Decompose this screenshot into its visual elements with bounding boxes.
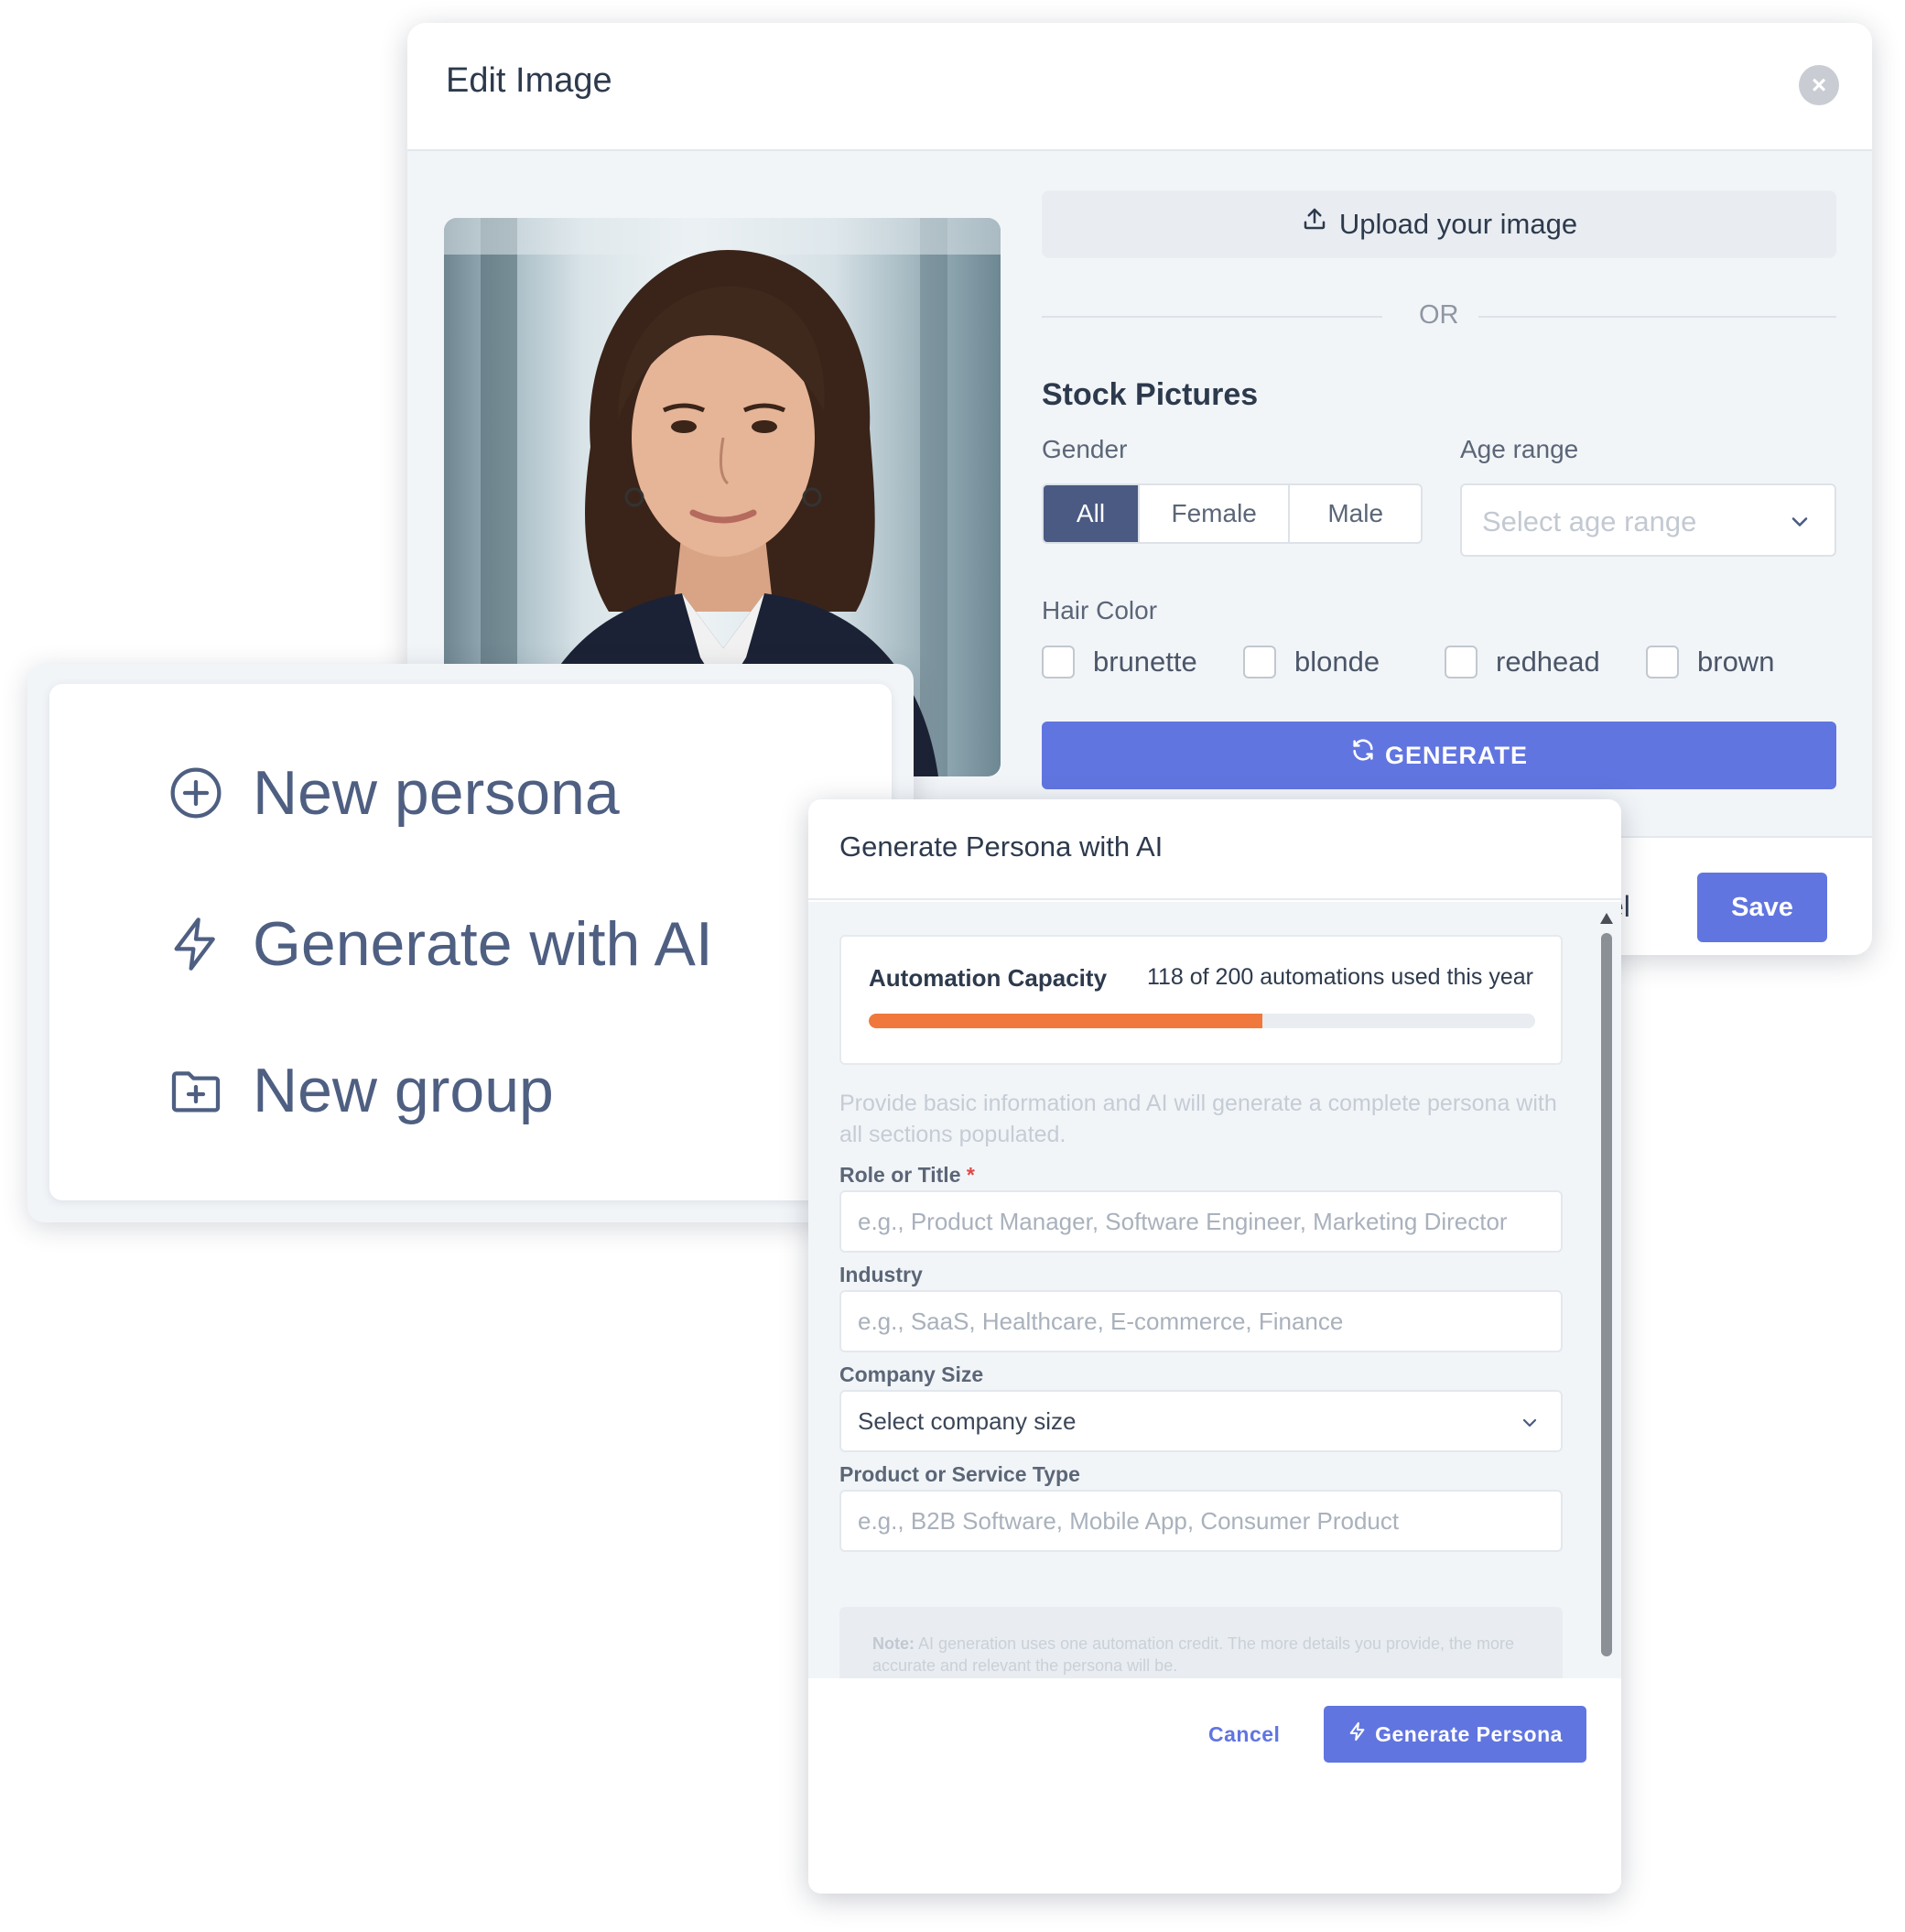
menu-item-label: Generate with AI	[253, 909, 713, 979]
company-size-select[interactable]: Select company size	[839, 1390, 1563, 1452]
refresh-icon	[1350, 721, 1376, 788]
automation-capacity-label: Automation Capacity	[869, 964, 1108, 992]
cancel-button[interactable]: Cancel	[1208, 1722, 1280, 1747]
plus-circle-icon	[170, 767, 222, 819]
company-size-value: Select company size	[858, 1407, 1077, 1435]
stock-pictures-heading: Stock Pictures	[1042, 377, 1259, 412]
generate-persona-title: Generate Persona with AI	[839, 830, 1164, 863]
chevron-down-icon	[1791, 517, 1808, 526]
age-range-select[interactable]: Select age range	[1460, 483, 1836, 557]
gender-option-female[interactable]: Female	[1140, 485, 1291, 542]
generate-button[interactable]: GENERATE	[1042, 722, 1836, 789]
hair-option-blonde[interactable]: blonde	[1243, 646, 1445, 678]
divider-right	[1478, 316, 1836, 318]
required-marker: *	[966, 1163, 975, 1187]
close-icon[interactable]: ×	[1799, 65, 1839, 105]
generate-persona-label: Generate Persona	[1375, 1722, 1563, 1746]
lightning-icon	[174, 917, 215, 971]
checkbox[interactable]	[1445, 646, 1477, 678]
progress-fill	[869, 1014, 1262, 1028]
note-text: AI generation uses one automation credit…	[872, 1634, 1515, 1675]
note-prefix: Note:	[872, 1634, 915, 1653]
edit-image-title: Edit Image	[446, 61, 612, 100]
checkbox[interactable]	[1243, 646, 1276, 678]
industry-input[interactable]: e.g., SaaS, Healthcare, E-commerce, Fina…	[839, 1290, 1563, 1352]
chevron-down-icon	[1522, 1418, 1537, 1427]
industry-label: Industry	[839, 1263, 923, 1286]
role-title-label-text: Role or Title	[839, 1163, 961, 1187]
automation-capacity-card: Automation Capacity 118 of 200 automatio…	[839, 935, 1563, 1065]
edit-image-header: Edit Image ×	[407, 23, 1872, 151]
lightning-icon	[1348, 1706, 1368, 1763]
ai-note: Note: AI generation uses one automation …	[839, 1607, 1563, 1678]
hair-option-redhead[interactable]: redhead	[1445, 646, 1646, 678]
generate-persona-modal: Generate Persona with AI Automation Capa…	[808, 799, 1621, 1894]
hair-option-brown[interactable]: brown	[1646, 646, 1829, 678]
age-range-label: Age range	[1460, 435, 1579, 463]
generate-persona-body[interactable]: Automation Capacity 118 of 200 automatio…	[808, 902, 1621, 1678]
menu-item-label: New persona	[253, 758, 620, 828]
hair-option-label: brown	[1697, 646, 1775, 678]
gender-segmented-control: All Female Male	[1042, 483, 1423, 544]
gender-option-male[interactable]: Male	[1290, 485, 1421, 542]
checkbox[interactable]	[1042, 646, 1075, 678]
checkbox[interactable]	[1646, 646, 1679, 678]
scrollbar-thumb[interactable]	[1601, 933, 1612, 1656]
product-service-input[interactable]: e.g., B2B Software, Mobile App, Consumer…	[839, 1490, 1563, 1552]
scrollbar[interactable]	[1599, 913, 1614, 1673]
hair-option-label: brunette	[1093, 646, 1197, 678]
age-range-placeholder: Select age range	[1482, 505, 1697, 537]
automation-capacity-usage: 118 of 200 automations used this year	[1146, 964, 1533, 990]
product-service-label: Product or Service Type	[839, 1462, 1080, 1486]
menu-item-label: New group	[253, 1056, 554, 1125]
hair-option-brunette[interactable]: brunette	[1042, 646, 1243, 678]
role-title-input[interactable]: e.g., Product Manager, Software Engineer…	[839, 1190, 1563, 1253]
menu-item-new-persona[interactable]: New persona	[167, 757, 620, 829]
intro-text: Provide basic information and AI will ge…	[839, 1091, 1557, 1147]
scroll-up-arrow-icon[interactable]	[1600, 913, 1613, 924]
hair-color-options: brunette blonde redhead brown	[1042, 646, 1829, 678]
automation-capacity-progress	[869, 1014, 1535, 1028]
upload-icon	[1301, 190, 1328, 257]
create-menu-panel: New persona Generate with AI New group	[27, 664, 914, 1222]
or-separator: OR	[1419, 300, 1459, 330]
menu-item-new-group[interactable]: New group	[167, 1055, 554, 1126]
create-menu: New persona Generate with AI New group	[49, 684, 892, 1200]
hair-option-label: redhead	[1496, 646, 1600, 678]
upload-image-button[interactable]: Upload your image	[1042, 190, 1836, 258]
menu-item-generate-with-ai[interactable]: Generate with AI	[167, 908, 713, 980]
role-title-label: Role or Title *	[839, 1163, 975, 1188]
hair-option-label: blonde	[1294, 646, 1380, 678]
divider-left	[1042, 316, 1382, 318]
save-button[interactable]: Save	[1697, 873, 1827, 942]
upload-image-label: Upload your image	[1338, 208, 1578, 240]
gender-label: Gender	[1042, 435, 1128, 463]
folder-plus-icon	[171, 1071, 221, 1113]
gender-option-all[interactable]: All	[1044, 485, 1140, 542]
company-size-label: Company Size	[839, 1362, 984, 1386]
hair-color-label: Hair Color	[1042, 596, 1158, 624]
generate-persona-button[interactable]: Generate Persona	[1324, 1706, 1586, 1763]
generate-persona-header: Generate Persona with AI	[808, 799, 1621, 900]
generate-label: GENERATE	[1384, 742, 1528, 769]
